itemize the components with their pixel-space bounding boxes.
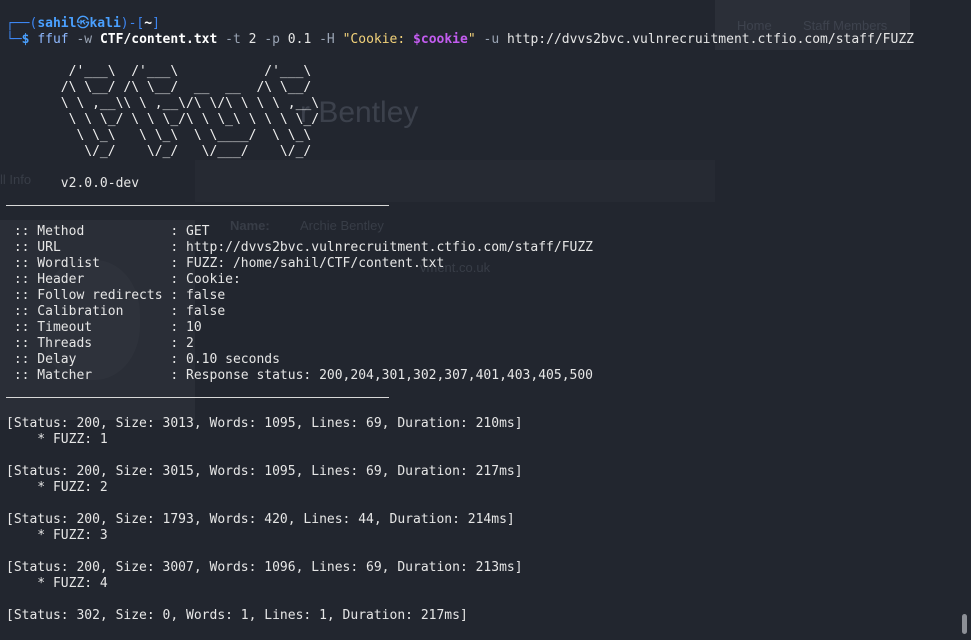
command-threads: 2	[248, 32, 257, 47]
command-line[interactable]: └─$ ffuf -w CTF/content.txt -t 2 -p 0.1 …	[6, 32, 914, 48]
terminal-scrollbar[interactable]	[962, 614, 967, 634]
config-matcher: :: Matcher : Response status: 200,204,30…	[6, 368, 593, 383]
separator	[6, 397, 389, 398]
command-flag: -p	[264, 32, 280, 47]
logo-line: /\ \__/ /\ \__/ __ __ /\ \__/	[6, 80, 312, 95]
result-status: [Status: 200, Size: 3007, Words: 1096, L…	[6, 560, 523, 575]
config-delay: :: Delay : 0.10 seconds	[6, 352, 280, 367]
result-fuzz: * FUZZ: 1	[6, 432, 108, 447]
result-status: [Status: 200, Size: 1793, Words: 420, Li…	[6, 512, 515, 527]
result-status: [Status: 200, Size: 3013, Words: 1095, L…	[6, 416, 523, 431]
version-text: v2.0.0-dev	[6, 176, 140, 191]
prompt-frame: )-[	[120, 16, 145, 31]
prompt-dollar: $	[21, 32, 30, 47]
config-threads: :: Threads : 2	[6, 336, 194, 351]
result-status: [Status: 200, Size: 3015, Words: 1095, L…	[6, 464, 523, 479]
prompt-frame: ┌──(	[6, 16, 38, 31]
config-timeout: :: Timeout : 10	[6, 320, 202, 335]
prompt-host: kali	[89, 16, 121, 31]
prompt-line: ┌──(sahil㉿kali)-[~]	[6, 16, 160, 32]
command-delay: 0.1	[287, 32, 312, 47]
logo-line: \ \ \_/ \ \ \_/\ \ \_\ \ \ \ \_/	[6, 112, 320, 127]
config-method: :: Method : GET	[6, 224, 210, 239]
command-flag: -H	[319, 32, 335, 47]
result-status: [Status: 302, Size: 0, Words: 1, Lines: …	[6, 608, 468, 623]
command-header: "Cookie:	[342, 32, 414, 47]
command-program: ffuf	[37, 32, 69, 47]
config-wordlist: :: Wordlist : FUZZ: /home/sahil/CTF/cont…	[6, 256, 445, 271]
command-header: "	[467, 32, 476, 47]
config-url: :: URL : http://dvvs2bvc.vulnrecruitment…	[6, 240, 593, 255]
command-wordlist: CTF/content.txt	[99, 32, 218, 47]
result-fuzz: * FUZZ: 2	[6, 480, 108, 495]
result-fuzz: * FUZZ: 3	[6, 528, 108, 543]
prompt-frame: └─	[6, 32, 22, 47]
config-follow-redirects: :: Follow redirects : false	[6, 288, 226, 303]
prompt-user: sahil	[37, 16, 77, 31]
command-flag: -w	[76, 32, 93, 47]
kali-skull-icon: ㉿	[76, 16, 90, 31]
terminal-window[interactable]: ┌──(sahil㉿kali)-[~] └─$ ffuf -w CTF/cont…	[0, 0, 971, 640]
config-header: :: Header : Cookie:	[6, 272, 249, 287]
result-fuzz: * FUZZ: 4	[6, 576, 108, 591]
command-flag: -t	[225, 32, 241, 47]
prompt-frame: ]	[152, 16, 160, 31]
logo-line: \ \ ,__\\ \ ,__\/\ \/\ \ \ \ ,__\	[6, 96, 320, 111]
logo-line: /'___\ /'___\ /'___\	[6, 64, 312, 79]
prompt-dir: ~	[144, 16, 153, 31]
logo-line: \/_/ \/_/ \/___/ \/_/	[6, 144, 312, 159]
command-url: http://dvvs2bvc.vulnrecruitment.ctfio.co…	[506, 32, 914, 47]
command-header-variable: $cookie	[413, 32, 468, 47]
separator	[6, 205, 389, 206]
logo-line: \ \_\ \ \_\ \ \____/ \ \_\	[6, 128, 312, 143]
config-calibration: :: Calibration : false	[6, 304, 226, 319]
command-flag: -u	[483, 32, 500, 47]
